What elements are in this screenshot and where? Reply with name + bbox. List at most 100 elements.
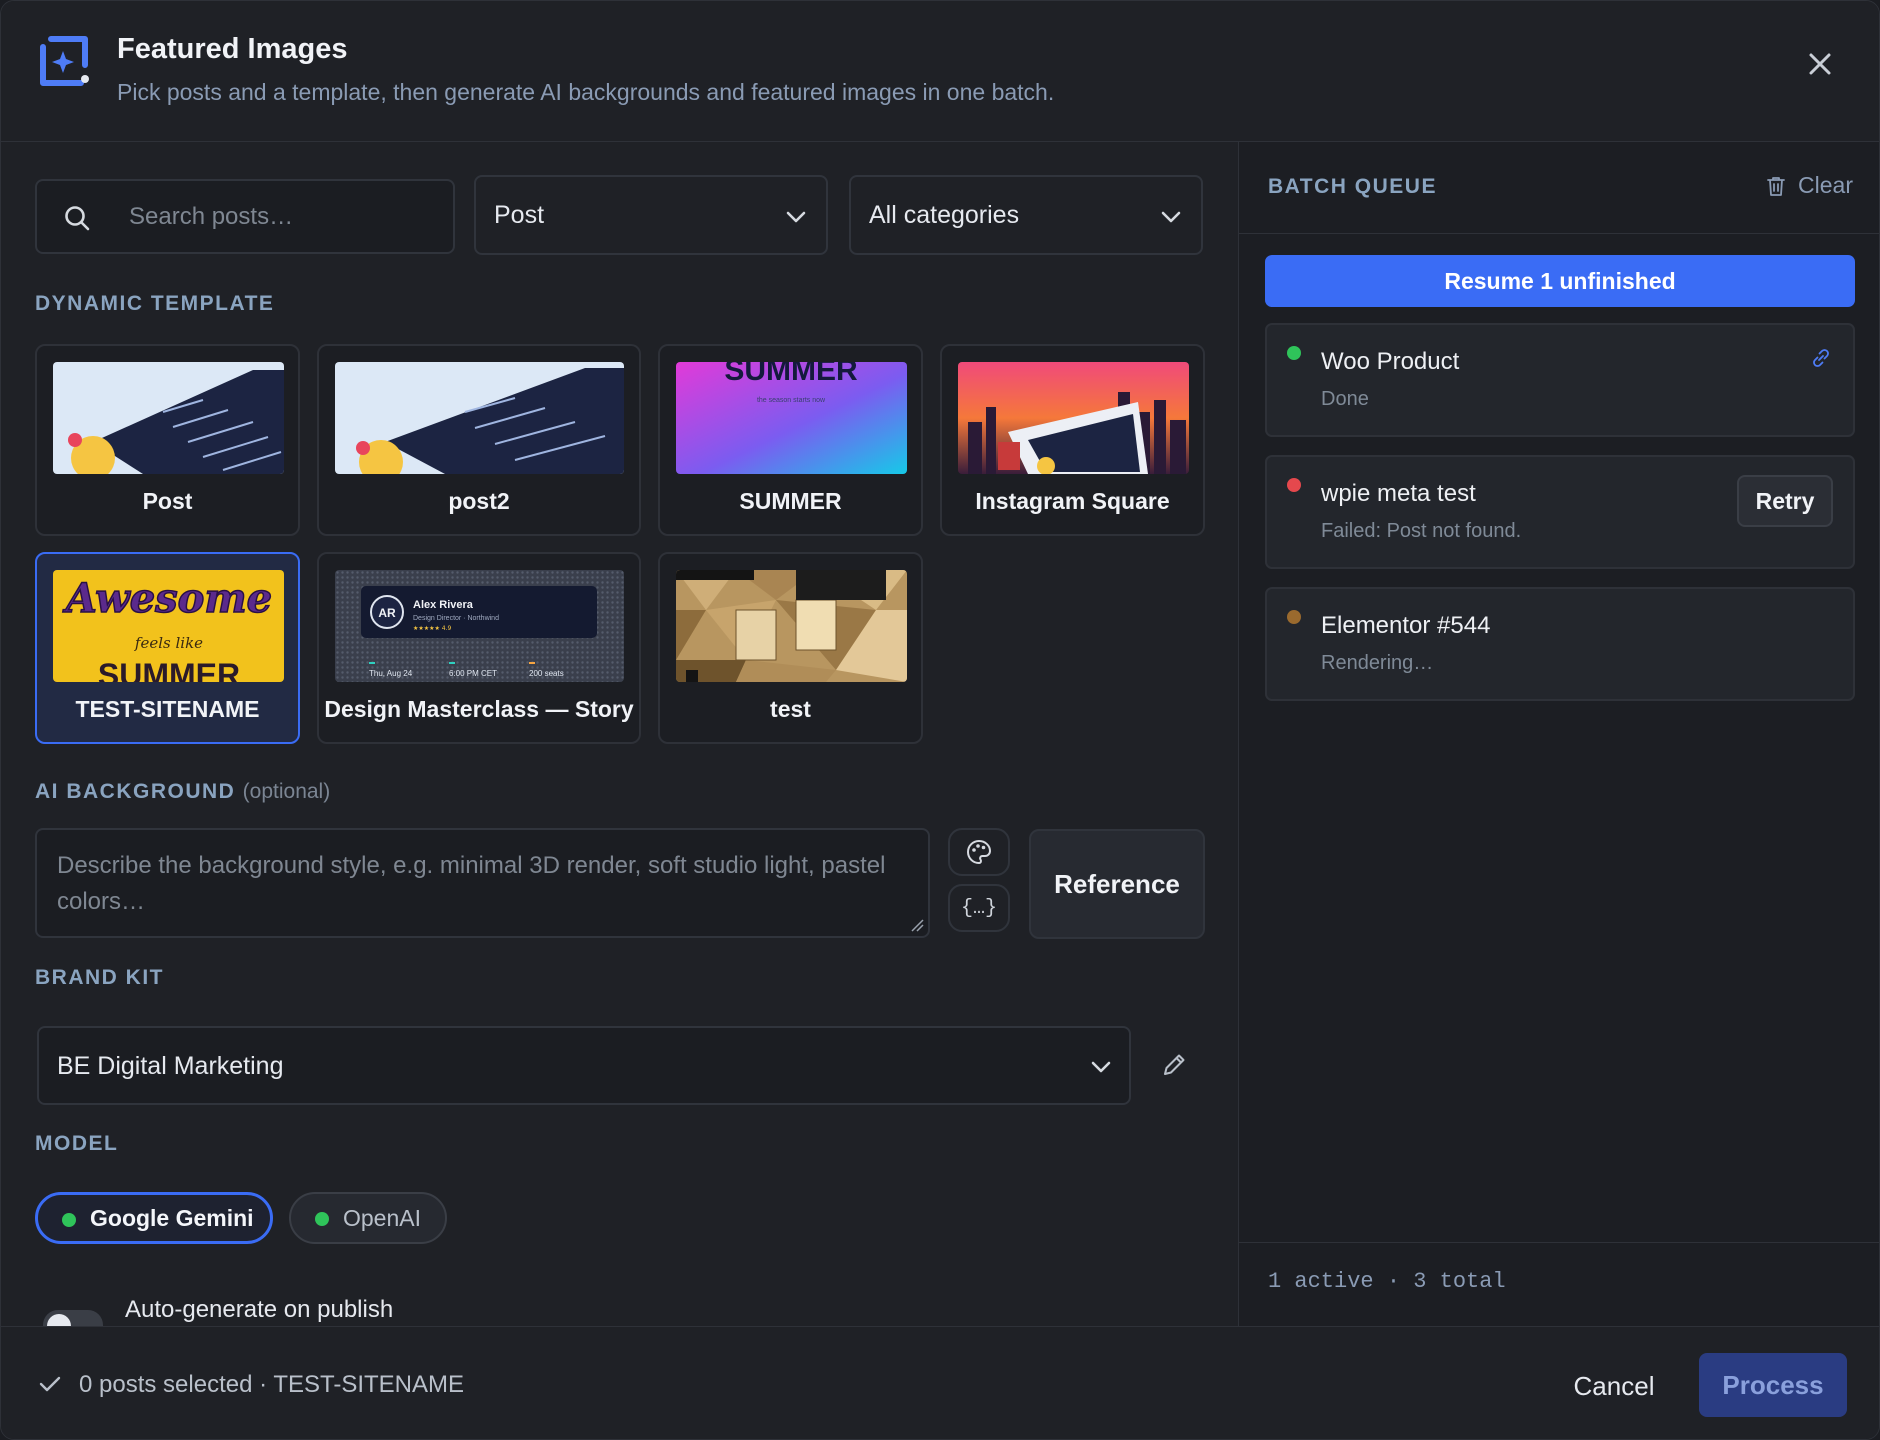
summer-thumb-title: SUMMER (724, 362, 858, 387)
variables-button[interactable]: {…} (948, 884, 1010, 932)
queue-item-status: Done (1321, 388, 1369, 410)
queue-item-name: Woo Product (1321, 348, 1460, 375)
reference-button[interactable]: Reference (1029, 829, 1205, 939)
template-name: SUMMER (739, 488, 842, 514)
search-box[interactable] (35, 179, 455, 254)
check-icon (39, 1376, 61, 1392)
template-card-test-sitename[interactable]: Awesome feels like SUMMER TEST-SITENAME (35, 552, 300, 744)
modal-subtitle: Pick posts and a template, then generate… (117, 79, 1055, 105)
batch-queue-title: BATCH QUEUE (1268, 175, 1437, 198)
ar-thumb-name: Alex Rivera (413, 599, 474, 611)
template-name: Instagram Square (975, 488, 1170, 514)
close-icon[interactable] (1803, 47, 1837, 81)
model-option-google-gemini[interactable]: Google Gemini (35, 1192, 273, 1244)
modal-footer: 0 posts selected · TEST-SITENAME Cancel … (1, 1326, 1879, 1439)
template-name: post2 (448, 488, 510, 514)
palette-icon (967, 839, 992, 865)
featured-images-logo-icon (40, 36, 89, 86)
ar-thumb-time: 6:00 PM CET (449, 669, 497, 678)
queue-summary: 1 active · 3 total (1268, 1269, 1506, 1294)
queue-item-status: Failed: Post not found. (1321, 520, 1522, 542)
search-input[interactable] (129, 181, 439, 252)
template-name: test (770, 696, 811, 722)
template-card-post2[interactable]: post2 (317, 344, 641, 536)
template-card-summer[interactable]: SUMMER the season starts now SUMMER (658, 344, 923, 536)
status-dot (315, 1212, 329, 1226)
auto-generate-toggle[interactable] (43, 1310, 103, 1326)
brand-kit-label: BRAND KIT (35, 966, 164, 989)
edit-pencil-icon[interactable] (1159, 1050, 1189, 1080)
template-thumbnail (53, 362, 284, 474)
template-name: Design Masterclass — Story (324, 696, 634, 722)
category-value: All categories (869, 201, 1020, 229)
model-label: MODEL (35, 1132, 119, 1155)
queue-item: wpie meta test Failed: Post not found. R… (1265, 455, 1855, 569)
clear-label: Clear (1798, 172, 1853, 198)
ar-thumb-seats: 200 seats (529, 669, 564, 678)
chevron-down-icon (786, 211, 806, 223)
status-dot (62, 1213, 76, 1227)
retry-button[interactable]: Retry (1737, 475, 1833, 527)
category-select[interactable]: All categories (849, 175, 1203, 255)
queue-item-status: Rendering… (1321, 652, 1434, 674)
palette-button[interactable] (948, 828, 1010, 876)
awesome-thumb-text: Awesome (62, 575, 272, 622)
feels-like-thumb-text: feels like (134, 634, 203, 652)
template-thumbnail (958, 362, 1189, 474)
ai-background-prompt-input[interactable] (57, 848, 907, 928)
template-thumbnail: AR Alex Rivera Design Director · Northwi… (335, 570, 624, 682)
template-card-test[interactable]: test (658, 552, 923, 744)
queue-item: Woo Product Done (1265, 323, 1855, 437)
template-name: TEST-SITENAME (75, 696, 260, 722)
ar-thumb-rating: ★★★★★ 4.9 (413, 625, 452, 632)
batch-queue-panel: BATCH QUEUE Clear Resume 1 unfinished Wo… (1238, 142, 1879, 1326)
status-dot (1287, 610, 1301, 624)
selection-status: 0 posts selected · TEST-SITENAME (79, 1371, 465, 1398)
toggle-knob (47, 1314, 71, 1326)
ar-thumb-initials: AR (378, 606, 396, 620)
template-thumbnail (335, 362, 624, 474)
post-type-value: Post (494, 201, 545, 229)
link-icon[interactable] (1809, 346, 1833, 370)
dynamic-template-label: DYNAMIC TEMPLATE (35, 292, 275, 315)
template-thumbnail (676, 570, 907, 682)
modal-header: Featured Images Pick posts and a templat… (1, 1, 1879, 142)
resize-handle-icon[interactable] (910, 918, 924, 932)
post-type-select[interactable]: Post (474, 175, 828, 255)
queue-item-name: wpie meta test (1321, 480, 1476, 507)
ai-background-label-text: AI BACKGROUND (35, 780, 236, 803)
clear-queue-button[interactable]: Clear (1764, 172, 1853, 199)
model-option-label: Google Gemini (90, 1204, 254, 1231)
auto-generate-label: Auto-generate on publish (125, 1296, 394, 1323)
process-button[interactable]: Process (1699, 1353, 1847, 1417)
batch-queue-footer: 1 active · 3 total (1239, 1242, 1879, 1326)
template-name: Post (142, 488, 193, 514)
queue-item: Elementor #544 Rendering… (1265, 587, 1855, 701)
ai-background-prompt-box[interactable] (35, 828, 930, 938)
resume-unfinished-button[interactable]: Resume 1 unfinished (1265, 255, 1855, 307)
brand-kit-select[interactable]: BE Digital Marketing (37, 1026, 1131, 1105)
template-card-post[interactable]: Post (35, 344, 300, 536)
model-option-openai[interactable]: OpenAI (289, 1192, 447, 1244)
status-dot (1287, 478, 1301, 492)
ar-thumb-role: Design Director · Northwind (413, 615, 499, 622)
summer-thumb-subtitle: the season starts now (757, 397, 826, 404)
template-thumbnail: SUMMER the season starts now (676, 362, 907, 474)
modal-title: Featured Images (117, 33, 348, 65)
awesome-summer-thumb-text: SUMMER (98, 657, 240, 682)
model-option-label: OpenAI (343, 1204, 421, 1231)
template-thumbnail: Awesome feels like SUMMER (53, 570, 284, 682)
settings-pane: Post All categories DYNAMIC TEMPLATE (1, 142, 1238, 1326)
batch-queue-header: BATCH QUEUE Clear (1239, 142, 1879, 234)
queue-item-name: Elementor #544 (1321, 612, 1491, 639)
template-card-instagram-square[interactable]: Instagram Square (940, 344, 1205, 536)
chevron-down-icon (1091, 1061, 1111, 1073)
status-dot (1287, 346, 1301, 360)
featured-images-modal: Featured Images Pick posts and a templat… (0, 0, 1880, 1440)
trash-icon (1767, 176, 1785, 196)
ar-thumb-date: Thu, Aug 24 (369, 669, 413, 678)
template-card-design-masterclass-story[interactable]: AR Alex Rivera Design Director · Northwi… (317, 552, 641, 744)
brand-kit-value: BE Digital Marketing (57, 1052, 284, 1080)
cancel-button[interactable]: Cancel (1559, 1359, 1669, 1413)
search-icon (65, 206, 90, 231)
